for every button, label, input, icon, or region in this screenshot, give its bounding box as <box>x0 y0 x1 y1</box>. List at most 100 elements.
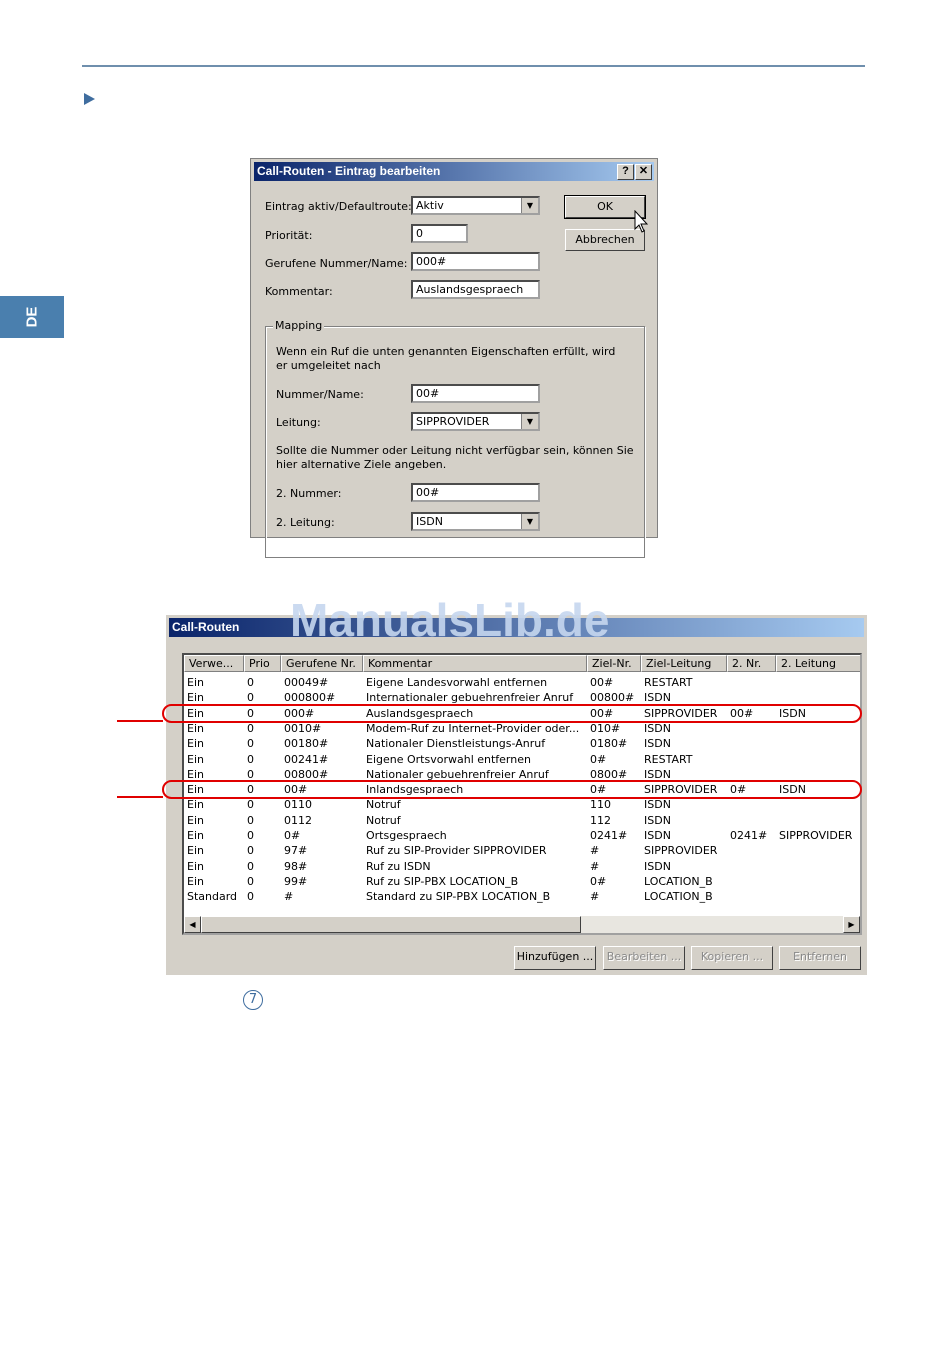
table-cell <box>730 889 775 904</box>
help-button[interactable]: ? <box>617 164 634 180</box>
table-row[interactable]: Standard 0 # Standard zu SIP-PBX LOCATION_B… <box>184 889 860 904</box>
cancel-button[interactable]: Abbrechen <box>565 229 645 251</box>
table-cell <box>779 813 860 828</box>
alternative-description: Sollte die Nummer oder Leitung nicht ver… <box>276 444 634 471</box>
table-cell <box>779 859 860 874</box>
table-cell <box>730 675 775 690</box>
table-row[interactable]: Ein 0 00180# Nationaler Dienstleistungs-Anr… <box>184 736 860 751</box>
table-cell: SIPPROVIDER <box>779 829 853 842</box>
add-button[interactable]: Hinzufügen ... <box>514 946 596 970</box>
table-cell: 0241# <box>730 829 768 842</box>
table-row[interactable]: Ein 0 0# Ortsgespraech 0241# ISDN 0241# SIPPROV… <box>184 828 860 843</box>
column-header[interactable]: Ziel-Nr. <box>587 655 641 672</box>
table-cell: 0180# <box>590 737 628 751</box>
second-line-select[interactable]: ISDN ▼ <box>411 512 540 531</box>
table-cell: 0010# <box>284 721 322 735</box>
remove-button[interactable]: Entfernen <box>779 946 861 970</box>
table-row[interactable]: Ein 0 0112 Notruf 112 ISDN <box>184 813 860 828</box>
comment-label: Kommentar: <box>265 285 333 298</box>
copy-button[interactable]: Kopieren ... <box>691 946 773 970</box>
table-cell <box>730 859 775 874</box>
table-row[interactable]: Ein 0 0010# Modem-Ruf zu Internet-Provider … <box>184 721 860 736</box>
second-number-input[interactable]: 00# <box>411 483 540 502</box>
active-label: Eintrag aktiv/Defaultroute: <box>265 200 412 213</box>
step-marker: 7 <box>243 990 263 1010</box>
table-cell <box>779 874 860 889</box>
chevron-down-icon[interactable]: ▼ <box>521 198 538 213</box>
table-cell <box>730 752 775 767</box>
table-cell: ISDN <box>644 859 671 873</box>
table-cell: 0 <box>247 874 254 888</box>
table-cell <box>779 736 860 751</box>
table-cell: Eigene Ortsvorwahl entfernen <box>366 752 531 766</box>
table-row[interactable]: Ein 0 97# Ruf zu SIP-Provider SIPPROVIDER # S… <box>184 843 860 858</box>
chevron-down-icon[interactable]: ▼ <box>521 514 538 529</box>
column-header[interactable]: Kommentar <box>363 655 587 672</box>
table-cell <box>779 797 860 812</box>
table-cell: Standard <box>187 890 238 904</box>
table-cell: 0 <box>247 813 254 827</box>
table-row[interactable]: Ein 0 00241# Eigene Ortsvorwahl entfernen 0#… <box>184 752 860 767</box>
chevron-down-icon[interactable]: ▼ <box>521 414 538 429</box>
table-cell: ISDN <box>644 721 671 735</box>
table-cell <box>730 721 775 736</box>
table-cell: 98# <box>284 859 308 873</box>
table-cell: Ein <box>187 874 204 888</box>
scroll-thumb[interactable] <box>201 916 581 933</box>
bullet-arrow-icon <box>84 93 95 105</box>
table-cell: 0 <box>247 676 254 689</box>
table-cell: 010# <box>590 721 621 735</box>
horizontal-scrollbar[interactable]: ◀ ▶ <box>184 916 860 933</box>
table-cell: 0# <box>284 829 301 842</box>
table-cell <box>730 797 775 812</box>
column-header[interactable]: Verwe... <box>184 655 244 672</box>
column-header[interactable]: Gerufene Nr. <box>281 655 363 672</box>
table-cell: 0241# <box>590 829 628 842</box>
table-cell: 0110 <box>284 798 312 812</box>
column-header[interactable]: 2. Nr. <box>727 655 776 672</box>
table-row[interactable]: Ein 0 99# Ruf zu SIP-PBX LOCATION_B 0# LOCATI… <box>184 874 860 889</box>
table-cell: 00241# <box>284 752 329 766</box>
highlight-oval <box>162 780 862 799</box>
comment-input[interactable]: Auslandsgespraech <box>411 280 540 299</box>
table-cell <box>730 736 775 751</box>
mapping-legend: Mapping <box>273 319 325 332</box>
edit-button[interactable]: Bearbeiten ... <box>603 946 685 970</box>
active-select[interactable]: Aktiv ▼ <box>411 196 540 215</box>
table-cell <box>730 843 775 858</box>
number-input[interactable]: 000# <box>411 252 540 271</box>
highlight-pointer-line <box>117 720 163 722</box>
table-cell: 00049# <box>284 676 329 689</box>
column-header[interactable]: Ziel-Leitung <box>641 655 727 672</box>
priority-input[interactable]: 0 <box>411 224 468 243</box>
column-header[interactable]: 2. Leitung <box>776 655 860 672</box>
target-number-input[interactable]: 00# <box>411 384 540 403</box>
scroll-right-icon[interactable]: ▶ <box>843 916 860 933</box>
ok-button[interactable]: OK <box>564 195 646 219</box>
table-cell: 0 <box>247 752 254 766</box>
table-cell: 99# <box>284 874 308 888</box>
table-cell: 0 <box>247 859 254 873</box>
scroll-left-icon[interactable]: ◀ <box>184 916 201 933</box>
table-row[interactable]: Ein 0 00049# Eigene Landesvorwahl entfernen… <box>184 675 860 690</box>
table-cell: Ruf zu SIP-Provider SIPPROVIDER <box>366 844 547 858</box>
line-select[interactable]: SIPPROVIDER ▼ <box>411 412 540 431</box>
table-cell: Ein <box>187 798 204 812</box>
table-cell: Ein <box>187 859 204 873</box>
watermark: ManualsLib.de <box>290 594 610 646</box>
table-row[interactable]: Ein 0 0110 Notruf 110 ISDN <box>184 797 860 812</box>
table-cell: SIPPROVIDER <box>644 844 718 858</box>
table-row[interactable]: Ein 0 98# Ruf zu ISDN # ISDN <box>184 859 860 874</box>
close-button[interactable]: ✕ <box>635 164 652 180</box>
table-cell: 97# <box>284 844 308 858</box>
mapping-description: Wenn ein Ruf die unten genannten Eigensc… <box>276 345 616 372</box>
dialog-title: Call-Routen - Eintrag bearbeiten <box>257 164 441 178</box>
table-cell <box>730 874 775 889</box>
table-cell: Nationaler Dienstleistungs-Anruf <box>366 737 546 751</box>
table-cell: Ein <box>187 676 204 689</box>
column-header[interactable]: Prio <box>244 655 281 672</box>
table-cell: LOCATION_B <box>644 890 713 904</box>
table-cell <box>779 752 860 767</box>
table-cell: 0 <box>247 829 254 842</box>
table-cell: 0 <box>247 737 254 751</box>
